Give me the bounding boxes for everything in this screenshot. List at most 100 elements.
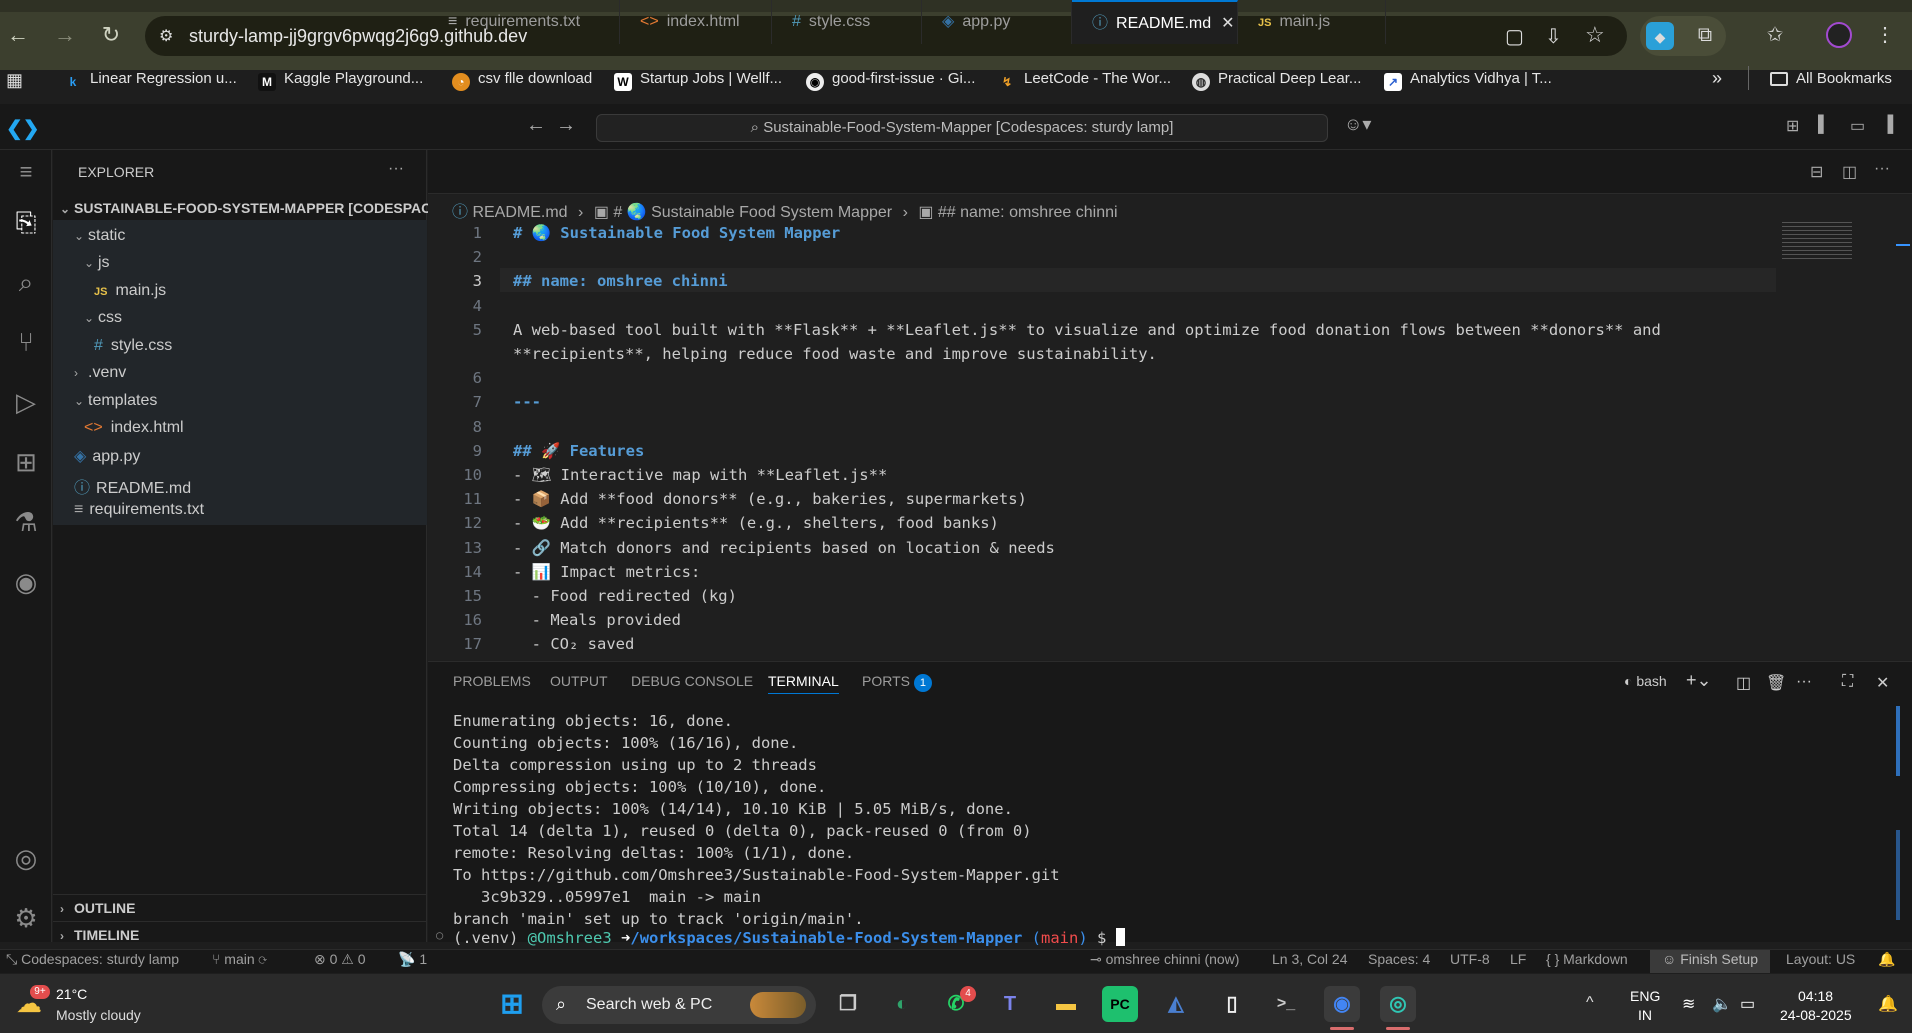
file-readme[interactable]: ⓘ README.md <box>74 474 191 498</box>
tab-requirements[interactable]: ≡ requirements.txt <box>428 0 620 44</box>
file-requirements[interactable]: ≡ requirements.txt <box>74 501 204 519</box>
weather-desc[interactable]: Mostly cloudy <box>56 1007 141 1023</box>
file-main-js[interactable]: JS main.js <box>94 282 166 300</box>
file-app-py[interactable]: ◈ app.py <box>74 446 140 466</box>
indentation[interactable]: Spaces: 4 <box>1368 951 1430 967</box>
tab-problems[interactable]: PROBLEMS <box>453 673 531 689</box>
pycharm-icon[interactable]: PC <box>1102 986 1138 1022</box>
tab-terminal[interactable]: TERMINAL <box>768 673 839 694</box>
outline-section[interactable]: › OUTLINE <box>60 900 135 916</box>
breadcrumb-heading[interactable]: # 🌏 Sustainable Food System Mapper <box>613 204 892 221</box>
tab-output[interactable]: OUTPUT <box>550 673 608 689</box>
split-terminal-icon[interactable]: ◫ <box>1736 673 1751 693</box>
maximize-panel-icon[interactable]: ⛶ <box>1842 673 1853 691</box>
tab-style-css[interactable]: # style.css <box>772 0 922 44</box>
settings-gear-icon[interactable]: ⚙ <box>8 900 44 936</box>
extensions-puzzle-icon[interactable]: ⧉ <box>1690 20 1720 50</box>
menu-icon[interactable]: ≡ <box>8 154 44 190</box>
sql-icon[interactable]: ◭ <box>1158 986 1194 1022</box>
keyboard-layout[interactable]: Layout: US <box>1786 951 1855 967</box>
git-blame[interactable]: ⊸ omshree chinni (now) <box>1090 951 1239 968</box>
notepad-icon[interactable]: ▯ <box>1214 986 1250 1022</box>
branch-indicator[interactable]: ⑂ main ⟳ <box>212 951 267 967</box>
terminal-app-icon[interactable]: >_ <box>1268 986 1304 1022</box>
tab-index-html[interactable]: <> index.html <box>620 0 772 44</box>
battery-icon[interactable]: ▭ <box>1740 994 1755 1014</box>
back-icon[interactable]: ← <box>3 20 33 50</box>
search-view-icon[interactable]: ⌕ <box>8 264 44 300</box>
task-view-icon[interactable]: ❐ <box>830 986 866 1022</box>
folder-js[interactable]: ⌄ js <box>84 254 110 272</box>
teams-icon[interactable]: T <box>992 986 1028 1022</box>
bookmark-star-icon[interactable]: ☆ <box>1585 22 1605 48</box>
split-editor-icon[interactable]: ◫ <box>1842 162 1857 182</box>
chrome-icon[interactable]: ◉ <box>1324 986 1360 1022</box>
language-eng[interactable]: ENG <box>1630 988 1660 1004</box>
weather-temp[interactable]: 21°C <box>56 986 87 1002</box>
bookmark-startup-jobs[interactable]: W Startup Jobs | Wellf... <box>614 70 782 91</box>
more-actions-icon[interactable]: ··· <box>1874 160 1890 178</box>
tab-app-py[interactable]: ◈ app.py <box>922 0 1072 44</box>
finish-setup-button[interactable]: ☺ Finish Setup <box>1662 951 1758 967</box>
new-terminal-icon[interactable]: +⌄ <box>1686 670 1712 691</box>
run-debug-icon[interactable]: ▷ <box>8 384 44 420</box>
close-icon[interactable]: ✕ <box>1221 15 1234 32</box>
taskbar-search[interactable]: ⌕ Search web & PC <box>542 986 816 1024</box>
terminal-shell-selector[interactable]: ◐ bash <box>1624 673 1667 689</box>
site-info-icon[interactable]: ⚙ <box>159 26 173 46</box>
nav-forward-icon[interactable]: → <box>556 114 576 137</box>
command-center[interactable]: ⌕ Sustainable-Food-System-Mapper [Codesp… <box>596 114 1328 142</box>
breadcrumb-subheading[interactable]: ## name: omshree chinni <box>938 204 1118 221</box>
toggle-panel-icon[interactable]: ▭ <box>1850 116 1865 136</box>
edge-icon[interactable]: ◐ <box>884 986 920 1022</box>
bookmark-csv[interactable]: ◔ csv flle download <box>452 70 592 91</box>
reading-list-icon[interactable]: ✩ <box>1760 20 1790 50</box>
chrome-menu-icon[interactable]: ⋮ <box>1870 20 1900 50</box>
tab-main-js[interactable]: JS main.js <box>1238 0 1386 44</box>
customize-layout-icon[interactable]: ⊞ <box>1786 116 1799 136</box>
apps-grid-icon[interactable]: ▦ <box>6 70 23 91</box>
accounts-icon[interactable]: ◎ <box>8 840 44 876</box>
clipboard-icon[interactable]: ▢ <box>1505 24 1524 49</box>
clock-date[interactable]: 24-08-2025 <box>1780 1007 1852 1023</box>
toggle-sidebar-icon[interactable]: ▌ <box>1818 116 1829 134</box>
source-control-icon[interactable]: ⑂ <box>8 324 44 360</box>
extension-icon[interactable]: ◆ <box>1646 22 1674 50</box>
language-in[interactable]: IN <box>1638 1007 1652 1023</box>
more-actions-icon[interactable]: ··· <box>1796 673 1812 691</box>
nav-back-icon[interactable]: ← <box>526 114 546 137</box>
github-view-icon[interactable]: ◉ <box>8 564 44 600</box>
folder-venv[interactable]: › .venv <box>74 364 126 382</box>
notifications-bell-icon[interactable]: 🔔 <box>1878 951 1895 968</box>
all-bookmarks-button[interactable]: All Bookmarks <box>1770 70 1892 87</box>
tab-readme[interactable]: ⓘ README.md ✕ <box>1072 0 1238 44</box>
breadcrumb-file[interactable]: README.md <box>472 204 567 221</box>
close-panel-icon[interactable]: ✕ <box>1876 673 1889 693</box>
bookmark-practical-deep-learning[interactable]: ◍ Practical Deep Lear... <box>1192 70 1361 91</box>
open-preview-icon[interactable]: ⊟ <box>1810 162 1823 182</box>
terminal-prompt[interactable]: (.venv) @Omshree3 ➜/workspaces/Sustainab… <box>453 928 1125 947</box>
forward-icon[interactable]: → <box>50 20 80 50</box>
tab-ports[interactable]: PORTS 1 <box>862 673 932 692</box>
reload-icon[interactable]: ↻ <box>96 20 126 50</box>
more-bookmarks-button[interactable]: » <box>1712 68 1722 89</box>
volume-icon[interactable]: 🔈 <box>1712 994 1732 1014</box>
extensions-icon[interactable]: ⊞ <box>8 444 44 480</box>
folder-static[interactable]: ⌄ static <box>74 227 125 245</box>
explorer-icon[interactable]: ⎘ <box>8 204 44 240</box>
workspace-root[interactable]: ⌄ SUSTAINABLE-FOOD-SYSTEM-MAPPER [CODESPA… <box>60 200 443 216</box>
end-of-line[interactable]: LF <box>1510 951 1526 967</box>
copilot-icon[interactable]: ☺▾ <box>1344 114 1371 135</box>
bookmark-leetcode[interactable]: ↯ LeetCode - The Wor... <box>998 70 1171 91</box>
problems-indicator[interactable]: ⊗ 0 ⚠ 0 <box>314 951 366 968</box>
language-mode[interactable]: { } Markdown <box>1546 951 1628 967</box>
show-hidden-icons[interactable]: ^ <box>1586 994 1594 1012</box>
windows-start-icon[interactable]: ⊞ <box>494 986 530 1022</box>
profile-avatar[interactable] <box>1826 22 1852 48</box>
wifi-icon[interactable]: ≋ <box>1682 994 1695 1014</box>
bookmark-analytics-vidhya[interactable]: ↗ Analytics Vidhya | T... <box>1384 70 1552 91</box>
toggle-secondary-sidebar-icon[interactable]: ▐ <box>1882 116 1893 134</box>
clock-time[interactable]: 04:18 <box>1798 988 1833 1004</box>
install-app-icon[interactable]: ⇩ <box>1545 24 1562 49</box>
bookmark-good-first-issue[interactable]: ◉ good-first-issue · Gi... <box>806 70 975 91</box>
